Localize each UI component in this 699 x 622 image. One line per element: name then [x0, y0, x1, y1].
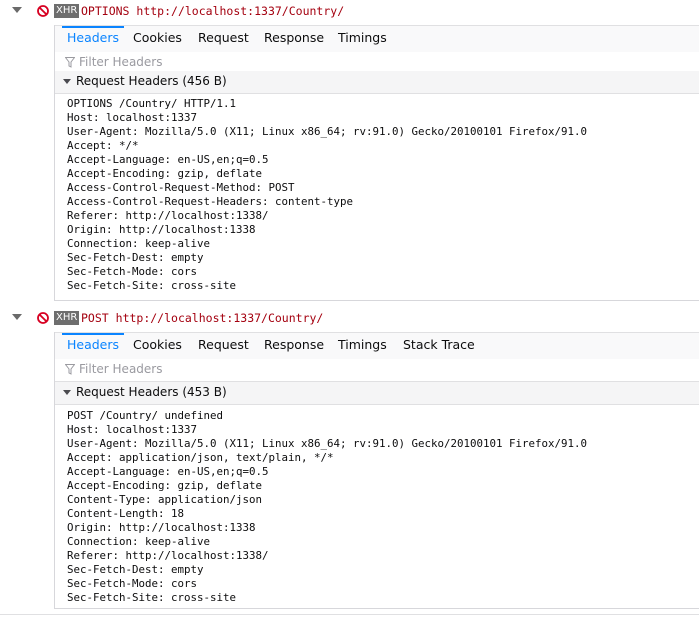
tab-stack-trace[interactable]: Stack Trace [403, 333, 475, 359]
raw-header-line: Accept-Encoding: gzip, deflate [67, 167, 263, 180]
filter-icon [65, 57, 75, 68]
request-url[interactable]: http://localhost:1337/Country/ [136, 4, 344, 18]
filter-placeholder: Filter Headers [79, 55, 163, 69]
filter-icon [65, 364, 75, 375]
raw-header-line: User-Agent: Mozilla/5.0 (X11; Linux x86_… [67, 437, 588, 450]
blocked-icon [37, 5, 49, 17]
raw-header-line: Accept: */* [67, 139, 139, 152]
raw-header-line: Sec-Fetch-Mode: cors [67, 577, 198, 590]
raw-header-line: Accept-Encoding: gzip, deflate [67, 479, 263, 492]
raw-header-line: POST /Country/ undefined [67, 409, 224, 422]
raw-header-line: Host: localhost:1337 [67, 111, 198, 124]
tab-request[interactable]: Request [198, 26, 249, 52]
request-summary-row[interactable]: XHR OPTIONS http://localhost:1337/Countr… [0, 0, 699, 22]
request-line: POST http://localhost:1337/Country/ [81, 311, 323, 325]
request-line: OPTIONS http://localhost:1337/Country/ [81, 4, 344, 18]
xhr-badge: XHR [54, 4, 80, 18]
request-details-panel: Headers Cookies Request Response Timings… [54, 25, 699, 301]
chevron-down-icon [63, 390, 71, 395]
raw-header-line: Referer: http://localhost:1338/ [67, 209, 269, 222]
raw-header-line: Content-Length: 18 [67, 507, 185, 520]
raw-request-headers: POST /Country/ undefined Host: localhost:… [67, 409, 587, 605]
request-method: OPTIONS [81, 4, 130, 18]
tab-cookies[interactable]: Cookies [133, 26, 182, 52]
tab-headers[interactable]: Headers [61, 26, 125, 52]
raw-header-line: Sec-Fetch-Site: cross-site [67, 279, 237, 292]
divider [0, 614, 699, 615]
raw-header-line: Host: localhost:1337 [67, 423, 198, 436]
details-tabbar: Headers Cookies Request Response Timings [55, 25, 699, 53]
raw-header-line: Sec-Fetch-Dest: empty [67, 251, 204, 264]
request-details-panel: Headers Cookies Request Response Timings… [54, 332, 699, 609]
raw-header-line: Referer: http://localhost:1338/ [67, 549, 269, 562]
tab-cookies[interactable]: Cookies [133, 333, 182, 359]
raw-header-line: Sec-Fetch-Dest: empty [67, 563, 204, 576]
filter-headers-input[interactable]: Filter Headers [55, 359, 699, 382]
raw-header-line: Access-Control-Request-Method: POST [67, 181, 295, 194]
request-summary-row[interactable]: XHR POST http://localhost:1337/Country/ [0, 307, 699, 329]
raw-header-line: Accept-Language: en-US,en;q=0.5 [67, 153, 269, 166]
raw-header-line: User-Agent: Mozilla/5.0 (X11; Linux x86_… [67, 125, 588, 138]
raw-header-line: Sec-Fetch-Site: cross-site [67, 591, 237, 604]
raw-header-line: Accept-Language: en-US,en;q=0.5 [67, 465, 269, 478]
raw-header-line: Accept: application/json, text/plain, */… [67, 451, 334, 464]
raw-header-line: Connection: keep-alive [67, 535, 211, 548]
raw-header-line: Content-Type: application/json [67, 493, 263, 506]
raw-header-line: Origin: http://localhost:1338 [67, 223, 256, 236]
chevron-down-icon[interactable] [12, 314, 22, 320]
raw-header-line: Access-Control-Request-Headers: content-… [67, 195, 354, 208]
raw-header-line: OPTIONS /Country/ HTTP/1.1 [67, 97, 237, 110]
tab-response[interactable]: Response [264, 333, 324, 359]
section-title: Request Headers (453 B) [76, 385, 227, 399]
filter-placeholder: Filter Headers [79, 362, 163, 376]
request-headers-section[interactable]: Request Headers (456 B) [55, 71, 699, 94]
section-title: Request Headers (456 B) [76, 74, 227, 88]
request-url[interactable]: http://localhost:1337/Country/ [116, 311, 324, 325]
details-tabbar: Headers Cookies Request Response Timings… [55, 332, 699, 360]
chevron-down-icon[interactable] [12, 7, 22, 13]
tab-timings[interactable]: Timings [338, 333, 387, 359]
blocked-icon [37, 312, 49, 324]
tab-request[interactable]: Request [198, 333, 249, 359]
raw-header-line: Sec-Fetch-Mode: cors [67, 265, 198, 278]
chevron-down-icon [63, 79, 71, 84]
request-method: POST [81, 311, 109, 325]
tab-response[interactable]: Response [264, 26, 324, 52]
tab-timings[interactable]: Timings [338, 26, 387, 52]
request-headers-section[interactable]: Request Headers (453 B) [55, 382, 699, 405]
raw-header-line: Connection: keep-alive [67, 237, 211, 250]
xhr-badge: XHR [54, 311, 80, 325]
raw-header-line: Origin: http://localhost:1338 [67, 521, 256, 534]
tab-headers[interactable]: Headers [61, 333, 125, 359]
raw-request-headers: OPTIONS /Country/ HTTP/1.1 Host: localhos… [67, 97, 587, 293]
